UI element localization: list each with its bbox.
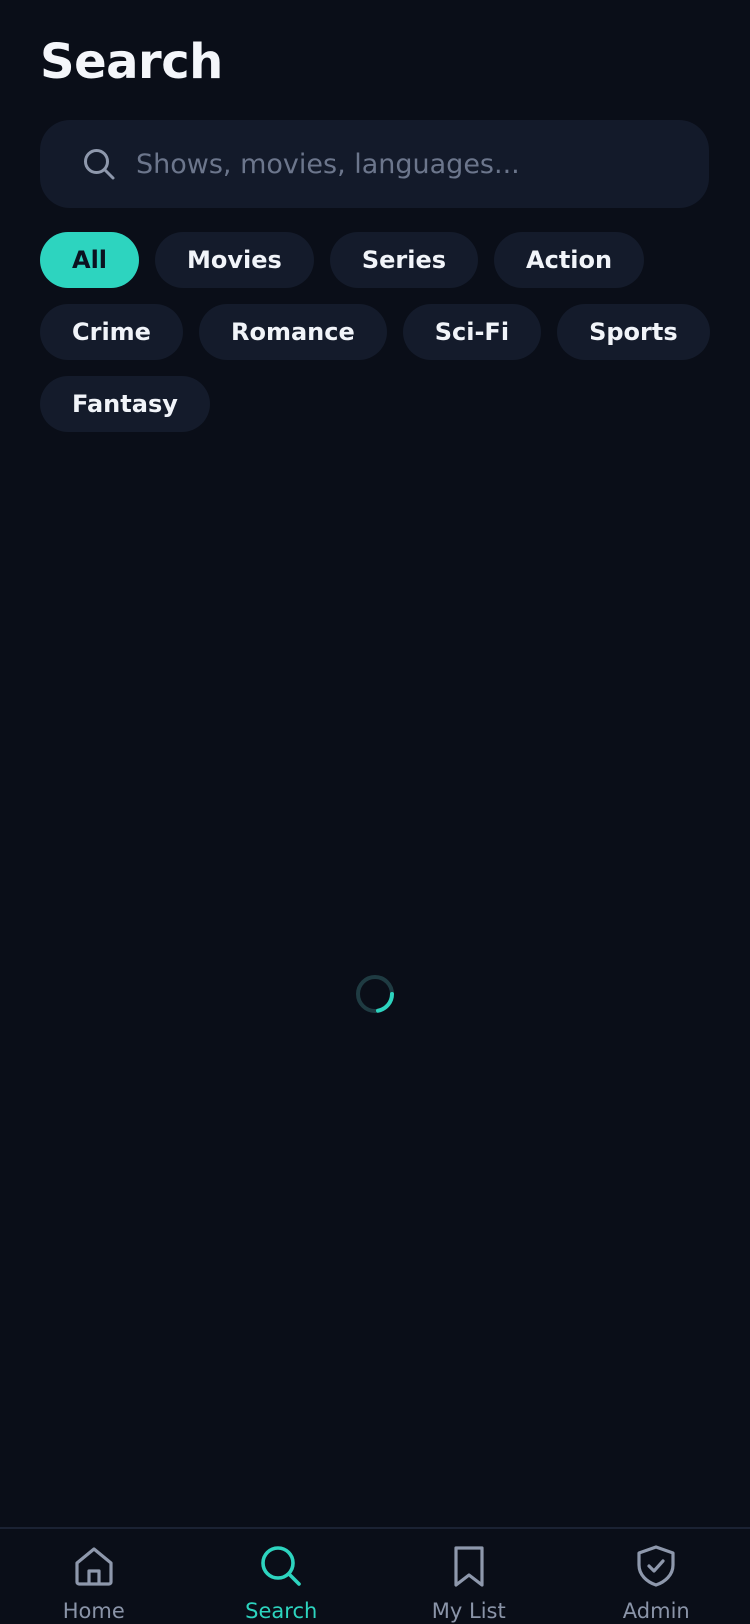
filter-chips: All Movies Series Action Crime Romance S…	[40, 232, 720, 432]
home-icon	[71, 1543, 117, 1589]
loading-spinner-icon	[355, 974, 395, 1014]
filter-chip-action[interactable]: Action	[494, 232, 645, 288]
nav-label-admin: Admin	[622, 1599, 690, 1623]
search-input[interactable]	[136, 134, 709, 194]
search-bar[interactable]	[40, 120, 709, 208]
search-screen: Search All Movies Series Action Crime Ro…	[0, 0, 750, 1624]
search-icon	[258, 1543, 304, 1589]
filter-chip-series[interactable]: Series	[329, 232, 479, 288]
bookmark-icon	[446, 1543, 492, 1589]
page-title: Search	[40, 34, 223, 90]
filter-chip-sci-fi[interactable]: Sci-Fi	[402, 304, 542, 360]
filter-chip-movies[interactable]: Movies	[155, 232, 314, 288]
nav-label-my-list: My List	[431, 1599, 506, 1623]
nav-item-my-list[interactable]: My List	[375, 1529, 563, 1624]
filter-chip-fantasy[interactable]: Fantasy	[40, 376, 210, 432]
nav-label-search: Search	[245, 1599, 318, 1623]
filter-chip-sports[interactable]: Sports	[557, 304, 710, 360]
shield-check-icon	[633, 1543, 679, 1589]
nav-label-home: Home	[62, 1599, 125, 1623]
nav-item-home[interactable]: Home	[0, 1529, 188, 1624]
filter-chip-romance[interactable]: Romance	[198, 304, 387, 360]
nav-item-admin[interactable]: Admin	[563, 1529, 750, 1624]
bottom-navigation: Home Search My List Admin	[0, 1527, 750, 1624]
filter-chip-crime[interactable]: Crime	[40, 304, 183, 360]
nav-item-search[interactable]: Search	[188, 1529, 376, 1624]
search-icon	[82, 147, 116, 181]
filter-chip-all[interactable]: All	[40, 232, 140, 288]
